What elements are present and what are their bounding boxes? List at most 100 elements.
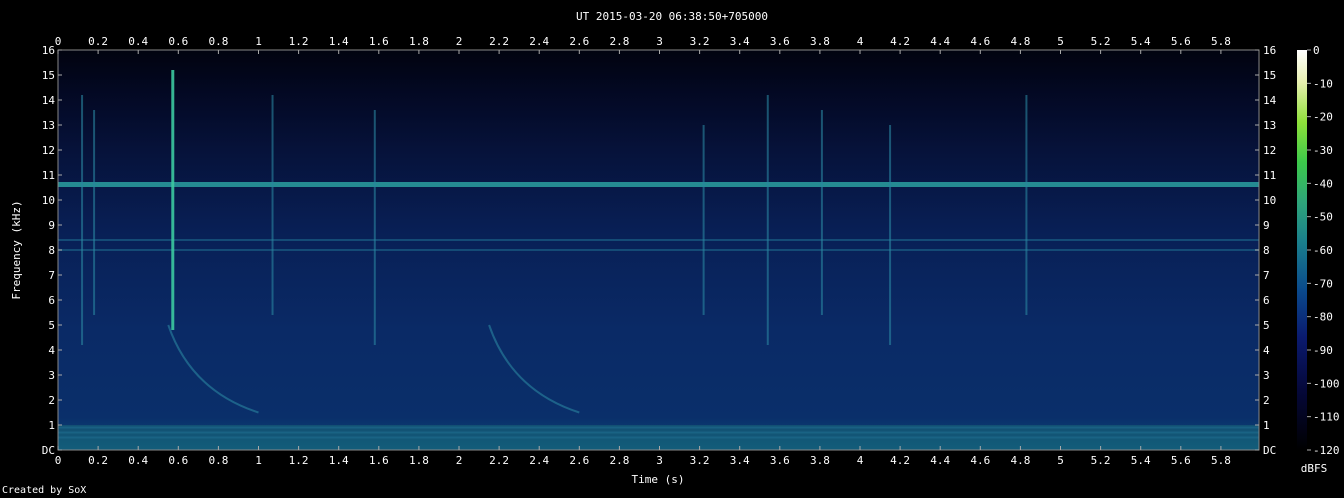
x-tick-label-top: 2.2 bbox=[489, 35, 509, 48]
x-tick-label-bottom: 1 bbox=[255, 454, 262, 467]
x-tick-label-bottom: 0.8 bbox=[208, 454, 228, 467]
y-axis-label: Frequency (kHz) bbox=[10, 200, 23, 299]
x-tick-label-top: 2.4 bbox=[529, 35, 549, 48]
colorbar-label: dBFS bbox=[1301, 462, 1328, 475]
x-tick-label-top: 5.4 bbox=[1131, 35, 1151, 48]
y-tick-label-left: 12 bbox=[42, 144, 55, 157]
x-tick-label-bottom: 2.4 bbox=[529, 454, 549, 467]
colorbar-tick-label: -50 bbox=[1313, 211, 1333, 224]
x-tick-label-top: 5.6 bbox=[1171, 35, 1191, 48]
x-tick-label-top: 1.8 bbox=[409, 35, 429, 48]
vertical-burst bbox=[171, 70, 175, 330]
x-tick-label-bottom: 4.4 bbox=[930, 454, 950, 467]
colorbar-tick-label: 0 bbox=[1313, 44, 1320, 57]
x-tick-label-top: 0.6 bbox=[168, 35, 188, 48]
x-tick-label-bottom: 5.4 bbox=[1131, 454, 1151, 467]
x-tick-label-top: 1.6 bbox=[369, 35, 389, 48]
y-tick-label-right: 3 bbox=[1263, 369, 1270, 382]
colorbar-tick-label: -30 bbox=[1313, 144, 1333, 157]
y-tick-label-right: 13 bbox=[1263, 119, 1276, 132]
x-tick-label-top: 1.4 bbox=[329, 35, 349, 48]
x-tick-label-bottom: 5.2 bbox=[1091, 454, 1111, 467]
y-tick-label-left: 1 bbox=[48, 419, 55, 432]
vertical-burst bbox=[271, 95, 274, 315]
y-tick-label-right: 2 bbox=[1263, 394, 1270, 407]
x-tick-label-top: 4.8 bbox=[1010, 35, 1030, 48]
y-tick-label-left: 15 bbox=[42, 69, 55, 82]
spectrogram-chart: UT 2015-03-20 06:38:50+705000 0 0.2 0.4 0.6… bbox=[10, 10, 1340, 486]
horizontal-tone-line bbox=[58, 249, 1259, 251]
x-tick-label-bottom: 3.2 bbox=[690, 454, 710, 467]
colorbar-tick-label: -20 bbox=[1313, 111, 1333, 124]
x-tick-label-bottom: 0.2 bbox=[88, 454, 108, 467]
x-tick-label-bottom: 5.8 bbox=[1211, 454, 1231, 467]
colorbar-tick-label: -80 bbox=[1313, 311, 1333, 324]
vertical-burst bbox=[373, 110, 376, 345]
colorbar-tick-label: -120 bbox=[1313, 444, 1340, 457]
credit-text: Created by SoX bbox=[2, 485, 87, 496]
horizontal-tone-line bbox=[58, 239, 1259, 241]
x-tick-label-top: 2 bbox=[456, 35, 463, 48]
y-tick-label-right: 8 bbox=[1263, 244, 1270, 257]
x-tick-label-bottom: 1.6 bbox=[369, 454, 389, 467]
x-tick-label-bottom: 0.4 bbox=[128, 454, 148, 467]
x-tick-label-top: 0.2 bbox=[88, 35, 108, 48]
colorbar-tick-label: -90 bbox=[1313, 344, 1333, 357]
horizontal-tone-line bbox=[58, 182, 1259, 187]
x-tick-label-bottom: 3.6 bbox=[770, 454, 790, 467]
x-tick-label-top: 4.4 bbox=[930, 35, 950, 48]
colorbar bbox=[1297, 50, 1307, 450]
y-tick-label-left: 13 bbox=[42, 119, 55, 132]
x-tick-label-top: 3 bbox=[656, 35, 663, 48]
vertical-burst bbox=[766, 95, 769, 345]
horizontal-tone-line bbox=[58, 431, 1259, 434]
colorbar-tick-label: -10 bbox=[1313, 77, 1333, 90]
y-tick-label-right: 12 bbox=[1263, 144, 1276, 157]
x-tick-label-bottom: 4.8 bbox=[1010, 454, 1030, 467]
y-tick-label-left: 6 bbox=[48, 294, 55, 307]
y-tick-label-left: 2 bbox=[48, 394, 55, 407]
x-axis-label: Time (s) bbox=[632, 473, 685, 486]
x-tick-label-bottom: 2.6 bbox=[569, 454, 589, 467]
colorbar-ticks: 0 -10 -20 -30 -40 -50 -60 -70 -80 -90 -100 -110 -120 bbox=[1307, 44, 1340, 457]
x-tick-label-bottom: 2.2 bbox=[489, 454, 509, 467]
x-tick-label-bottom: 1.4 bbox=[329, 454, 349, 467]
horizontal-tone-line bbox=[58, 426, 1259, 429]
y-tick-label-right: 16 bbox=[1263, 44, 1276, 57]
y-tick-label-right: 1 bbox=[1263, 419, 1270, 432]
x-tick-label-top: 3.6 bbox=[770, 35, 790, 48]
x-tick-label-top: 2.6 bbox=[569, 35, 589, 48]
x-tick-label-bottom: 3.8 bbox=[810, 454, 830, 467]
colorbar-tick-label: -40 bbox=[1313, 177, 1333, 190]
x-tick-label-bottom: 2.8 bbox=[609, 454, 629, 467]
x-tick-label-top: 5.8 bbox=[1211, 35, 1231, 48]
colorbar-tick-label: -70 bbox=[1313, 277, 1333, 290]
x-tick-label-bottom: 4 bbox=[857, 454, 864, 467]
y-tick-label-right: 14 bbox=[1263, 94, 1277, 107]
x-tick-label-top: 0 bbox=[55, 35, 62, 48]
vertical-burst bbox=[889, 125, 892, 345]
vertical-burst bbox=[81, 95, 84, 345]
y-tick-label-right: 5 bbox=[1263, 319, 1270, 332]
x-tick-label-bottom: 2 bbox=[456, 454, 463, 467]
x-tick-label-bottom: 4.2 bbox=[890, 454, 910, 467]
x-tick-label-bottom: 1.2 bbox=[289, 454, 309, 467]
y-tick-label-right: 10 bbox=[1263, 194, 1276, 207]
colorbar-tick-label: -110 bbox=[1313, 411, 1340, 424]
x-tick-label-bottom: 0.6 bbox=[168, 454, 188, 467]
y-tick-label-left: 14 bbox=[42, 94, 56, 107]
y-tick-label-right: 7 bbox=[1263, 269, 1270, 282]
x-tick-label-bottom: 1.8 bbox=[409, 454, 429, 467]
x-tick-label-top: 4.6 bbox=[970, 35, 990, 48]
y-tick-label-right: DC bbox=[1263, 444, 1276, 457]
x-tick-label-top: 2.8 bbox=[609, 35, 629, 48]
x-tick-label-top: 1 bbox=[255, 35, 262, 48]
vertical-burst bbox=[820, 110, 823, 315]
x-tick-label-top: 3.8 bbox=[810, 35, 830, 48]
x-tick-label-top: 0.4 bbox=[128, 35, 148, 48]
vertical-burst bbox=[702, 125, 705, 315]
y-tick-label-left: 8 bbox=[48, 244, 55, 257]
x-tick-label-top: 5.2 bbox=[1091, 35, 1111, 48]
y-tick-label-left: 3 bbox=[48, 369, 55, 382]
x-tick-label-top: 0.8 bbox=[208, 35, 228, 48]
